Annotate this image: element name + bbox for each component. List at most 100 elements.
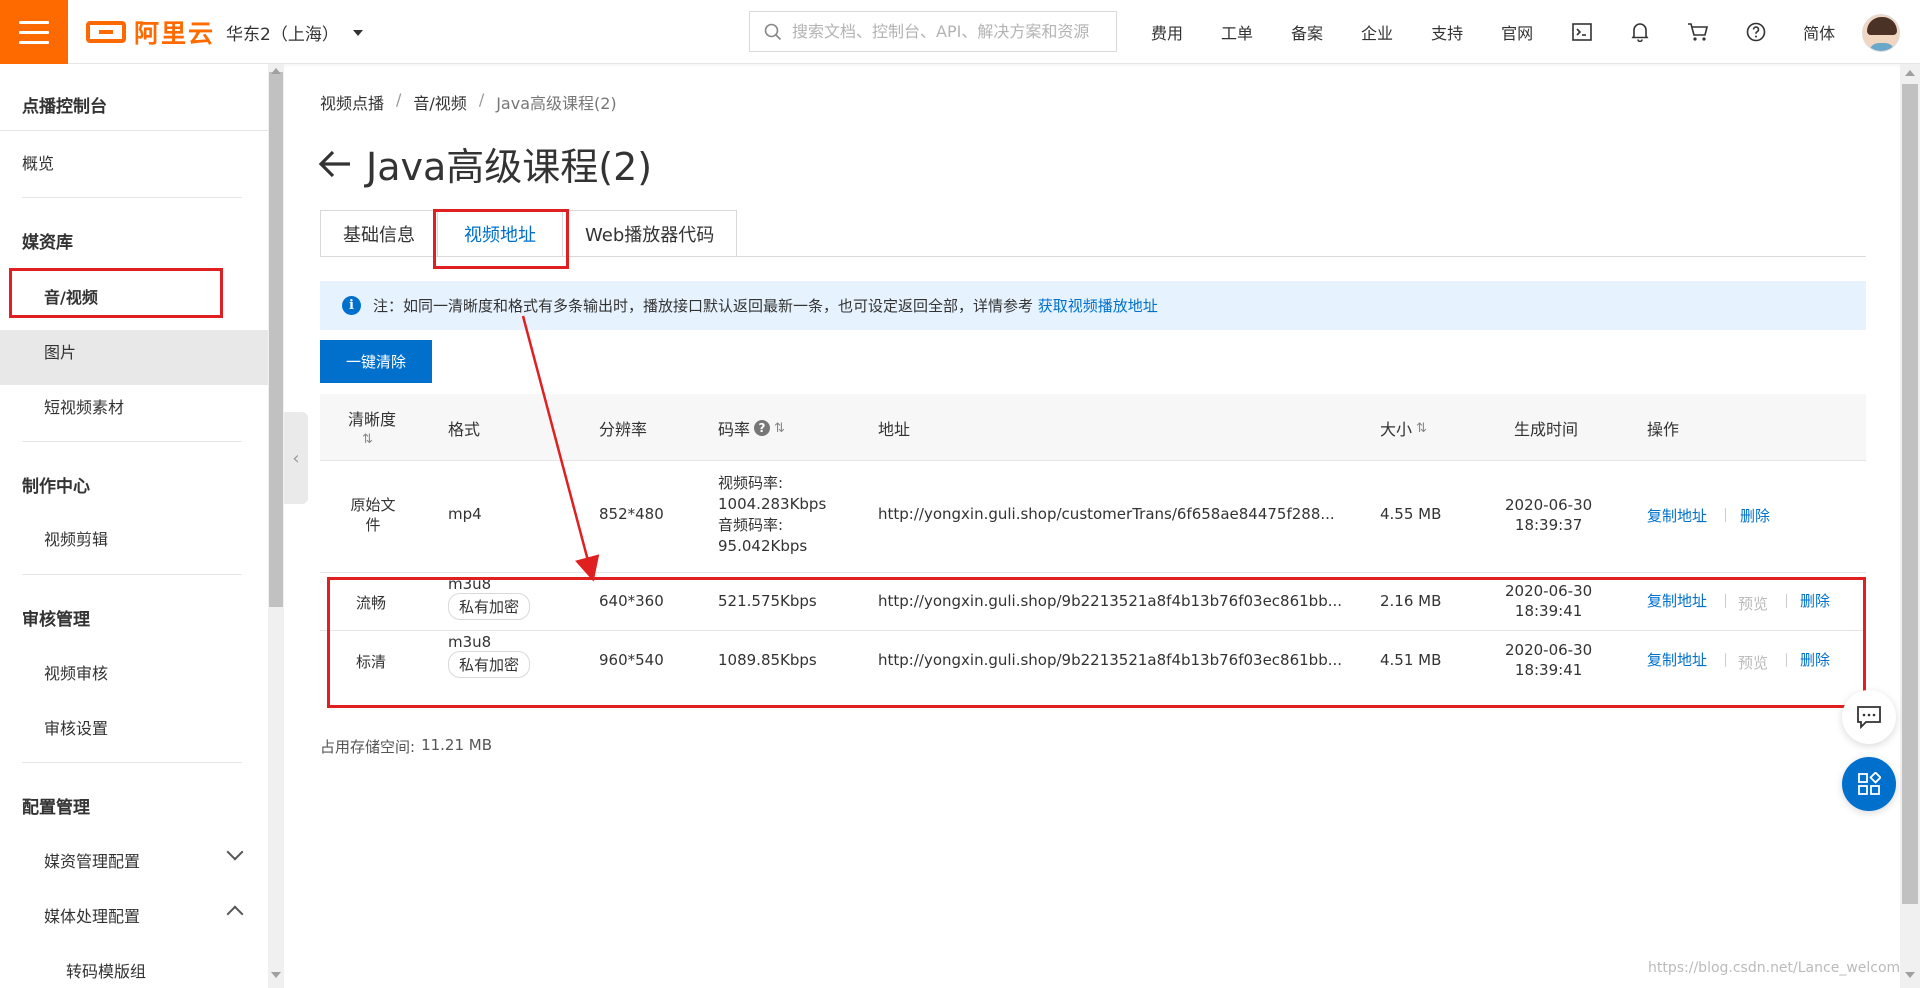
menu-line	[19, 40, 49, 44]
page-title: Java高级课程(2)	[318, 136, 652, 191]
annotation-highlight-tab	[433, 209, 569, 269]
question-icon[interactable]: ?	[754, 420, 771, 436]
tab-basic-info[interactable]: 基础信息	[320, 210, 438, 257]
sidebar-item-video-review[interactable]: 视频审核	[44, 660, 108, 684]
cart-icon[interactable]	[1687, 21, 1709, 43]
breadcrumb-separator: /	[396, 90, 402, 109]
column-header-bitrate: 码率 ? ⇅	[718, 416, 785, 440]
notice-text: 注：如同一清晰度和格式有多条输出时，播放接口默认返回最新一条，也可设定返回全部，…	[373, 295, 1158, 316]
cell-format: mp4	[448, 505, 482, 523]
sidebar-item-short-video[interactable]: 短视频素材	[44, 394, 124, 418]
sidebar-item-images[interactable]: 图片	[44, 339, 76, 363]
cell-created-time: 18:39:37	[1514, 516, 1583, 534]
apps-float-button[interactable]	[1842, 757, 1896, 811]
caret-down-icon	[352, 29, 363, 36]
user-avatar[interactable]	[1862, 14, 1900, 52]
column-header-bitrate-label: 码率	[718, 420, 751, 439]
nav-icp[interactable]: 备案	[1291, 20, 1323, 44]
main-scrollbar-thumb[interactable]	[1902, 84, 1918, 904]
chevron-up-icon[interactable]	[226, 905, 244, 923]
cell-url: http://yongxin.guli.shop/customerTrans/6…	[878, 505, 1335, 523]
region-selector[interactable]: 华东2（上海）	[226, 20, 363, 45]
breadcrumb-audio-video[interactable]: 音/视频	[413, 90, 466, 114]
sidebar-section-media-library: 媒资库	[22, 233, 73, 253]
notice-banner: i 注：如同一清晰度和格式有多条输出时，播放接口默认返回最新一条，也可设定返回全…	[320, 281, 1866, 330]
menu-line	[19, 20, 49, 24]
bitrate-video-value: 1004.283Kbps	[718, 495, 827, 513]
column-header-actions: 操作	[1647, 420, 1680, 439]
bitrate-audio-value: 95.042Kbps	[718, 537, 808, 555]
column-header-format: 格式	[448, 420, 481, 439]
search-input[interactable]	[792, 22, 1102, 41]
sort-icon[interactable]: ⇅	[1416, 421, 1427, 436]
aliyun-logo-mark	[86, 21, 126, 43]
column-header-url: 地址	[878, 420, 911, 439]
scroll-up-arrow-icon[interactable]	[1905, 70, 1915, 76]
nav-support[interactable]: 支持	[1431, 20, 1463, 44]
back-arrow-icon[interactable]	[318, 150, 352, 178]
column-header-definition: 清晰度 ⇅	[348, 406, 396, 447]
annotation-highlight-sidebar	[9, 268, 223, 318]
language-switch[interactable]: 简体	[1803, 20, 1835, 44]
sidebar-active-bg	[0, 330, 268, 385]
sidebar-scrollbar-thumb[interactable]	[269, 72, 283, 607]
column-header-resolution: 分辨率	[599, 420, 648, 439]
sidebar-section-review: 审核管理	[22, 610, 90, 630]
nav-official-site[interactable]: 官网	[1501, 20, 1533, 44]
sidebar-console-title: 点播控制台	[22, 97, 107, 117]
scroll-down-arrow-icon[interactable]	[1905, 972, 1915, 978]
column-header-definition-label: 清晰度	[348, 410, 397, 429]
clear-all-button[interactable]: 一键清除	[320, 340, 432, 383]
action-divider	[1725, 508, 1726, 522]
table-header: 清晰度 ⇅ 格式 分辨率 码率 ? ⇅ 地址 大小 ⇅ 生成时间 操作	[320, 394, 1866, 461]
sidebar: 点播控制台 概览 媒资库 音/视频 图片 短视频素材 制作中心 视频剪辑 审核管…	[0, 64, 268, 988]
column-header-size: 大小 ⇅	[1380, 416, 1427, 440]
sidebar-item-overview[interactable]: 概览	[22, 150, 54, 174]
sidebar-item-review-settings[interactable]: 审核设置	[44, 715, 108, 739]
divider	[22, 197, 242, 198]
sidebar-item-video-editing[interactable]: 视频剪辑	[44, 526, 108, 550]
sidebar-item-transcode-group[interactable]: 转码模版组	[66, 958, 146, 982]
apps-grid-icon	[1858, 772, 1881, 795]
hamburger-menu-button[interactable]	[0, 0, 68, 64]
divider	[22, 762, 242, 763]
terminal-icon[interactable]	[1571, 21, 1593, 43]
divider	[22, 441, 242, 442]
table-row: 原始文件 mp4 852*480 视频码率: 1004.283Kbps 音频码率…	[320, 461, 1866, 573]
bell-icon[interactable]	[1629, 21, 1651, 43]
storage-value: 11.21 MB	[421, 736, 493, 754]
divider	[22, 574, 242, 575]
storage-label: 占用存储空间:	[320, 738, 416, 756]
breadcrumb-vod[interactable]: 视频点播	[320, 90, 384, 114]
sidebar-item-media-config[interactable]: 媒资管理配置	[44, 848, 140, 872]
aliyun-logo[interactable]: 阿里云	[86, 16, 215, 48]
tab-web-player-code[interactable]: Web播放器代码	[562, 210, 738, 257]
help-icon[interactable]	[1745, 21, 1767, 43]
nav-enterprise[interactable]: 企业	[1361, 20, 1393, 44]
chat-float-button[interactable]	[1842, 690, 1896, 744]
search-box[interactable]	[749, 11, 1117, 52]
scroll-up-arrow-icon[interactable]	[271, 68, 281, 74]
scroll-down-arrow-icon[interactable]	[271, 972, 281, 978]
cell-definition: 原始文件	[350, 496, 396, 534]
aliyun-logo-text: 阿里云	[134, 19, 216, 48]
nav-fees[interactable]: 费用	[1151, 20, 1183, 44]
chevron-down-icon[interactable]	[226, 843, 244, 861]
notice-link[interactable]: 获取视频播放地址	[1038, 297, 1158, 315]
search-icon	[764, 23, 782, 40]
sort-icon[interactable]: ⇅	[362, 432, 373, 447]
cell-size: 4.55 MB	[1380, 505, 1442, 523]
sort-icon[interactable]: ⇅	[774, 421, 785, 436]
watermark: https://blog.csdn.net/Lance_welcom	[1648, 960, 1901, 976]
column-header-created: 生成时间	[1514, 420, 1579, 439]
sidebar-collapse-handle[interactable]: ‹	[284, 412, 308, 504]
breadcrumb-current: Java高级课程(2)	[496, 94, 617, 113]
menu-line	[19, 30, 49, 34]
copy-url-link[interactable]: 复制地址	[1647, 505, 1707, 526]
bitrate-audio-label: 音频码率:	[718, 516, 784, 534]
divider	[0, 130, 268, 131]
nav-tickets[interactable]: 工单	[1221, 20, 1253, 44]
sidebar-section-production: 制作中心	[22, 477, 90, 497]
delete-link[interactable]: 删除	[1740, 505, 1770, 526]
sidebar-item-media-processing[interactable]: 媒体处理配置	[44, 903, 140, 927]
